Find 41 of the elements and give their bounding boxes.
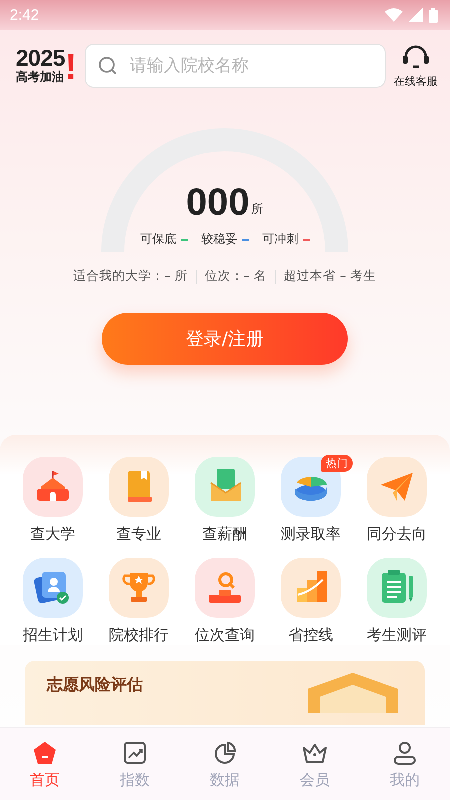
trophy-icon[interactable]: [109, 558, 169, 618]
tool-label[interactable]: 测录取率: [281, 525, 341, 544]
clipboard-icon[interactable]: [367, 558, 427, 618]
tool-label[interactable]: 查专业: [116, 525, 162, 544]
battery-icon: [429, 8, 438, 22]
legend-label: 较稳妥: [202, 231, 238, 248]
tool-label[interactable]: 院校排行: [109, 626, 169, 645]
tool-label[interactable]: 查大学: [30, 525, 76, 544]
headset-icon[interactable]: [401, 44, 431, 72]
book-icon[interactable]: [109, 457, 169, 517]
service-label[interactable]: 在线客服: [394, 74, 438, 88]
university-count: 000: [186, 183, 250, 223]
promo-banner[interactable]: 志愿风险评估: [25, 661, 425, 725]
tool-label[interactable]: 位次查询: [195, 626, 255, 645]
wifi-icon: [385, 8, 403, 22]
legend-label: 可冲刺: [262, 231, 298, 248]
search-field[interactable]: 请输入院校名称: [85, 44, 386, 88]
status-time: 2:42: [10, 6, 40, 24]
stat-text: 超过本省 – 考生: [284, 268, 376, 285]
logo-exclamation: !: [65, 49, 78, 85]
envelope-icon[interactable]: [195, 457, 255, 517]
profile-card-icon[interactable]: [23, 558, 83, 618]
hot-badge: 热门: [321, 455, 353, 472]
tool-label[interactable]: 招生计划: [23, 626, 83, 645]
tool-label[interactable]: 考生测评: [367, 626, 427, 645]
signal-icon: [409, 8, 423, 22]
logo-slogan: 高考加油: [16, 70, 65, 85]
tool-label[interactable]: 同分去向: [367, 525, 427, 544]
tool-label[interactable]: 省控线: [288, 626, 334, 645]
magnifier-icon[interactable]: [195, 558, 255, 618]
count-unit: 所: [252, 201, 264, 218]
legend-label: 可保底: [140, 231, 176, 248]
building-icon[interactable]: [23, 457, 83, 517]
logo-year: 2025: [16, 47, 66, 70]
stat-text: 适合我的大学：– 所: [74, 268, 188, 285]
tool-label[interactable]: 查薪酬: [202, 525, 248, 544]
bar-chart-icon[interactable]: [281, 558, 341, 618]
banner-title: 志愿风险评估: [47, 675, 143, 695]
paper-plane-icon[interactable]: [367, 457, 427, 517]
stat-text: 位次：– 名: [204, 268, 268, 285]
search-icon: [98, 56, 118, 76]
